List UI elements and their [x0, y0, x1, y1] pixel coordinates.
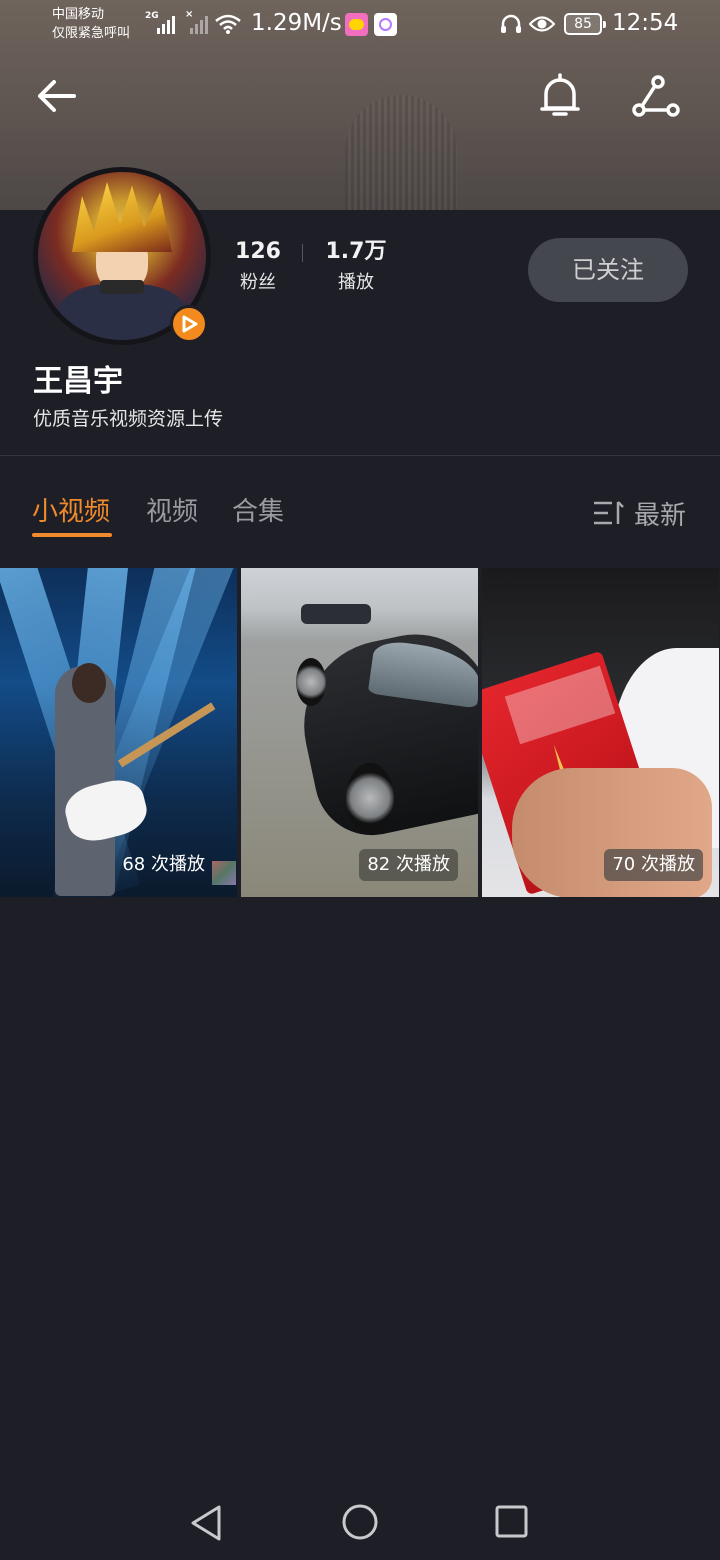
video-play-count: 82 次播放 [359, 849, 458, 881]
video-play-count: 70 次播放 [604, 849, 703, 881]
signal-2-icon [190, 12, 208, 34]
fans-stat[interactable]: 126 粉丝 [232, 236, 284, 298]
active-tab-indicator [32, 533, 112, 537]
username: 王昌宇 [33, 364, 123, 399]
sort-icon [594, 501, 624, 525]
bell-icon[interactable] [538, 72, 582, 120]
plays-stat: 1.7万 播放 [322, 236, 390, 298]
video-play-count: 68 次播放 [122, 854, 205, 875]
nav-recents-icon[interactable] [495, 1505, 529, 1539]
plays-count: 1.7万 [325, 239, 387, 264]
wifi-icon [215, 14, 241, 34]
signal-icon [157, 12, 175, 34]
stat-divider [302, 244, 303, 262]
net-speed: 1.29M/s [251, 10, 342, 36]
carrier-info: 中国移动 仅限紧急呼叫 [52, 5, 130, 43]
app-notification-icon-2 [374, 13, 397, 36]
video-card[interactable]: 70 次播放 [482, 568, 719, 897]
tab-collections[interactable]: 合集 [232, 493, 284, 531]
fans-label: 粉丝 [240, 272, 276, 293]
video-card[interactable]: 82 次播放 [241, 568, 478, 897]
app-notification-icon [345, 13, 368, 36]
plays-label: 播放 [338, 272, 374, 293]
sort-label: 最新 [634, 500, 687, 531]
tab-videos[interactable]: 视频 [146, 493, 198, 531]
eye-icon [529, 16, 555, 32]
fans-count: 126 [235, 239, 281, 264]
share-icon[interactable] [632, 74, 680, 118]
follow-button[interactable]: 已关注 [528, 238, 688, 302]
back-arrow-icon[interactable] [34, 76, 78, 116]
tab-short-videos[interactable]: 小视频 [32, 493, 110, 531]
status-bar: 中国移动 仅限紧急呼叫 2G × 1.29M/s 85 12:54 [0, 0, 720, 50]
mini-thumbnail [212, 861, 236, 885]
bio: 优质音乐视频资源上传 [33, 408, 224, 430]
clock: 12:54 [612, 10, 679, 36]
headphones-icon [501, 14, 521, 33]
nav-home-icon[interactable] [341, 1503, 379, 1541]
play-badge-icon [170, 305, 208, 343]
battery-indicator: 85 [564, 13, 606, 35]
nav-back-icon[interactable] [190, 1504, 222, 1542]
carrier-status: 仅限紧急呼叫 [52, 26, 131, 41]
video-card[interactable]: 68 次播放 [0, 568, 237, 897]
section-divider [0, 455, 720, 456]
carrier-name: 中国移动 [52, 7, 105, 22]
banner-decoration [345, 95, 457, 210]
sort-button[interactable]: 最新 [592, 493, 686, 533]
